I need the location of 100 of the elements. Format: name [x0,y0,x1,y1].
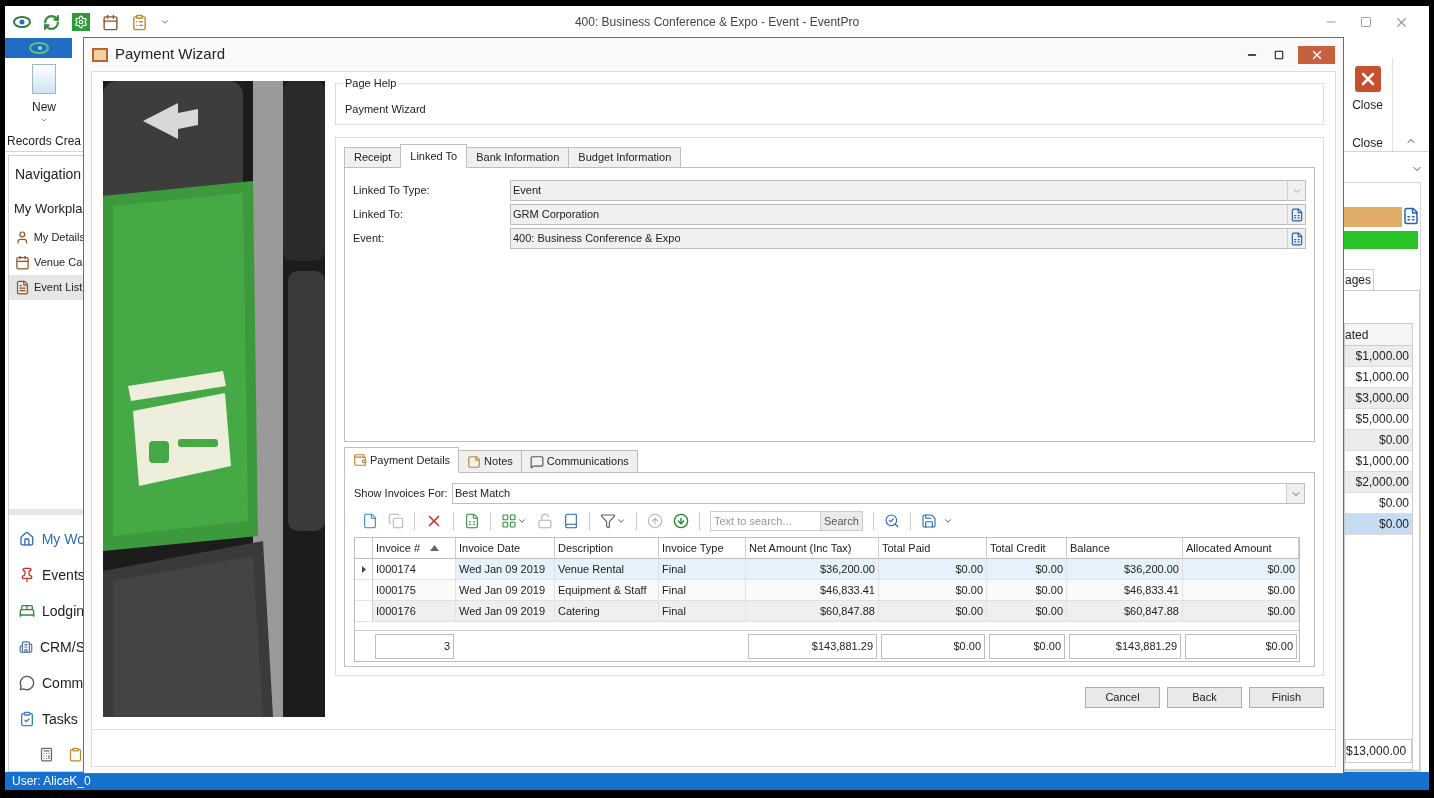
summary-cell: $143,881.29 [748,633,877,659]
field-label: Linked To: [353,207,404,223]
module-item[interactable]: CRM/S [9,629,85,665]
calendar-icon [15,254,30,270]
table-cell: $60,847.88 [1067,601,1183,621]
summary-cell: $0.00 [881,633,985,659]
grid-dropdown-icon[interactable] [501,513,527,529]
group-label: Records Crea [7,133,81,150]
new-document-icon[interactable] [362,513,378,529]
dialog-button[interactable]: Cancel [1085,687,1160,708]
table-cell: Wed Jan 09 2019 [456,559,555,579]
nav-item[interactable]: Venue Ca [9,249,85,275]
settings-icon[interactable] [72,13,90,31]
table-cell: $0.00 [1183,580,1299,600]
tab[interactable]: Budget Information [568,147,682,168]
summary-cell: $0.00 [989,633,1065,659]
table-cell: $0.00 [879,559,987,579]
table-cell: $0.00 [1345,514,1412,535]
lookup-field[interactable]: 400: Business Conference & Expo [510,228,1306,249]
table-cell: $0.00 [1183,601,1299,621]
help-text: Payment Wizard [345,101,427,117]
table-cell: I000176 [373,601,456,621]
pin-icon [19,567,35,583]
table-cell: $0.00 [1183,559,1299,579]
table-cell: $0.00 [879,601,987,621]
column-header[interactable]: Invoice Date [456,538,555,558]
sort-ascending-icon [430,545,440,551]
refresh-icon[interactable] [43,13,60,31]
maximize-icon[interactable] [1274,49,1284,60]
module-item[interactable]: Events [9,557,85,593]
app-menu-button[interactable] [5,38,72,58]
search-field[interactable]: Text to search... [710,511,821,531]
column-header[interactable]: Net Amount (Inc Tax) [746,538,879,558]
column-header[interactable]: Allocated Amount [1183,538,1299,558]
column-header[interactable]: Total Credit [987,538,1067,558]
lookup-field[interactable] [1343,207,1402,227]
caret-icon [40,116,48,124]
module-item[interactable]: Lodgin [9,593,85,629]
dropdown-field[interactable]: Event [510,180,1306,201]
document-icon [15,279,30,295]
dialog-icon [92,47,108,62]
table-cell: $36,200.00 [746,559,879,579]
tab[interactable]: ages [1343,269,1375,291]
note-icon [467,454,482,469]
dialog-button[interactable]: Back [1167,687,1242,708]
home-icon [19,531,35,547]
panel-title: Navigation [14,165,83,184]
clipboard-icon[interactable] [68,746,83,762]
spreadsheet-icon[interactable] [464,513,480,529]
column-header[interactable]: Description [555,538,659,558]
calculator-icon[interactable] [39,746,54,762]
table-cell: Final [659,601,746,621]
table-row[interactable]: I000174 Wed Jan 09 2019 Venue Rental Final $36,200.00 $0.00 $0.00 $36,200.00 $0.00 [355,559,1299,580]
table-cell: $0.00 [987,580,1067,600]
tab[interactable]: Linked To [400,144,468,168]
column-header[interactable]: Total Paid [879,538,987,558]
dropdown-field[interactable]: Best Match [452,483,1305,504]
nav-item[interactable]: My Details [9,224,85,250]
table-row[interactable]: I000176 Wed Jan 09 2019 Catering Final $60,847.88 $0.00 $0.00 $60,847.88 $0.00 [355,601,1299,622]
speech-bubble-icon [19,675,35,691]
column-header[interactable]: Balance [1067,538,1183,558]
bed-icon [19,603,35,619]
lookup-icon[interactable] [1287,229,1305,248]
column-header[interactable]: Invoice Type [659,538,746,558]
nav-item[interactable]: Event List [9,274,85,300]
clipboard-icon[interactable] [131,13,148,31]
lookup-icon[interactable] [1402,207,1420,225]
book-icon[interactable] [563,513,579,529]
move-down-icon[interactable] [673,513,689,529]
close-button[interactable]: Close [1352,66,1383,114]
close-button[interactable] [1298,45,1335,64]
close-icon [1354,66,1381,92]
table-cell: I000174 [373,559,456,579]
app-logo-icon[interactable] [13,16,31,28]
filter-dropdown-icon[interactable] [600,513,626,529]
lookup-field[interactable]: GRM Corporation [510,204,1306,225]
row-indicator-icon [361,565,366,573]
module-item[interactable]: Tasks [9,701,85,737]
lookup-icon[interactable] [1287,205,1305,224]
find-icon[interactable] [883,513,900,529]
table-cell: $46,833.41 [746,580,879,600]
tab[interactable]: Payment Details [344,447,460,473]
table-row[interactable]: I000175 Wed Jan 09 2019 Equipment & Staff Final $46,833.41 $0.00 $0.00 $46,833.41 $0.00 [355,580,1299,601]
field-label: Linked To Type: [353,183,431,199]
summary-cell: 3 [375,633,454,659]
module-item[interactable]: Comm [9,665,85,701]
table-cell: $0.00 [987,559,1067,579]
save-dropdown-icon[interactable] [920,513,953,529]
table-cell: $0.00 [879,580,987,600]
dialog-title: Payment Wizard [115,44,227,65]
table-cell: $0.00 [1345,430,1412,451]
field-label: Show Invoices For: [354,486,449,502]
summary-cell: $143,881.29 [1069,633,1181,659]
tab[interactable]: Communications [520,450,638,473]
search-button[interactable]: Search [821,511,863,531]
customize-menu-icon[interactable] [160,17,170,27]
table-cell: $46,833.41 [1067,580,1183,600]
dialog-button[interactable]: Finish [1249,687,1324,708]
calendar-icon[interactable] [102,13,119,31]
column-header[interactable]: Invoice # [373,538,456,558]
